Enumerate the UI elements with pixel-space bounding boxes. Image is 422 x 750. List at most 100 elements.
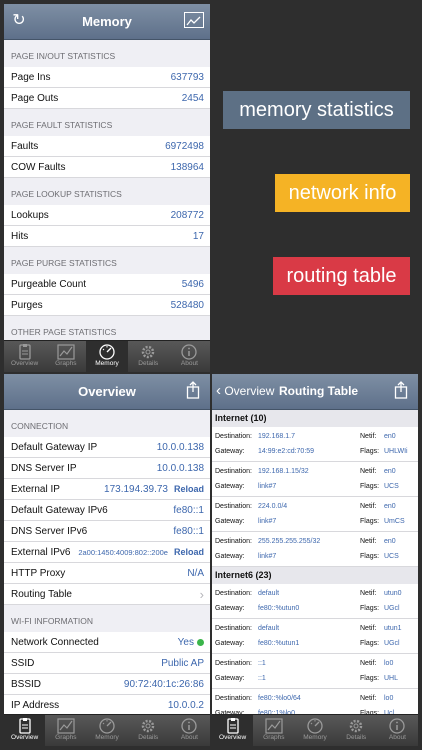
tab-overview[interactable]: Overview — [4, 341, 45, 372]
route-row[interactable]: Destination: 192.168.1.7 Gateway: 14:99:e2:… — [212, 427, 418, 462]
network-info-label: network info — [275, 174, 410, 212]
row-value: fe80::1 — [173, 526, 204, 537]
tab-about[interactable]: About — [169, 341, 210, 372]
clipboard-icon — [212, 718, 253, 734]
flags-value: UCS — [384, 553, 399, 560]
connection-row[interactable]: External IP 173.194.39.73 Reload — [4, 479, 210, 500]
flags-label: Flags: — [360, 483, 380, 490]
tab-memory[interactable]: Memory — [294, 715, 335, 746]
stat-label: Page Ins — [11, 72, 51, 83]
row-value-wrap: 2a00:1450:4009:802::200e Reload — [78, 542, 204, 563]
connection-row[interactable]: External IPv6 2a00:1450:4009:802::200e Rel… — [4, 542, 210, 563]
connection-row: Default Gateway IP 10.0.0.138 — [4, 437, 210, 458]
flags-value: UHL — [384, 675, 399, 682]
tab-overview[interactable]: Overview — [212, 715, 254, 746]
tab-details[interactable]: Details — [128, 341, 169, 372]
tab-memory[interactable]: Memory — [86, 341, 128, 372]
row-label: External IPv6 — [11, 547, 71, 558]
connection-row[interactable]: Routing Table › — [4, 584, 210, 605]
tab-details[interactable]: Details — [336, 715, 377, 746]
overview-list[interactable]: CONNECTION Default Gateway IP 10.0.0.138 DN… — [4, 410, 210, 746]
flags-label: Flags: — [360, 675, 380, 682]
tab-label: Details — [346, 734, 367, 741]
tab-label: About — [388, 734, 406, 741]
tab-label: Memory — [303, 734, 327, 741]
tab-label: Graphs — [263, 734, 285, 741]
dest-label: Destination: — [215, 660, 252, 667]
gateway-label: Gateway: — [215, 553, 245, 560]
tab-memory[interactable]: Memory — [86, 715, 127, 746]
stat-label: Lookups — [11, 210, 49, 221]
reload-button[interactable]: Reload — [174, 484, 204, 494]
connection-row: DNS Server IP 10.0.0.138 — [4, 458, 210, 479]
netif-value: en0 — [384, 503, 396, 510]
stat-value: 138964 — [170, 162, 204, 173]
stat-row: Purgeable Count 5496 — [4, 274, 210, 295]
dest-label: Destination: — [215, 590, 252, 597]
tab-graphs[interactable]: Graphs — [253, 715, 294, 746]
flags-value: UCS — [384, 483, 399, 490]
routing-list[interactable]: Internet (10) Destination: 192.168.1.7 Gate… — [212, 410, 418, 746]
gauge-icon — [86, 344, 127, 360]
route-row[interactable]: Destination: 192.168.1.15/32 Gateway: link#… — [212, 462, 418, 497]
dest-value: 192.168.1.15/32 — [258, 468, 309, 475]
stat-label: Faults — [11, 141, 39, 152]
share-icon[interactable] — [390, 381, 412, 401]
gear-icon — [128, 344, 169, 360]
route-row[interactable]: Destination:::1 Gateway:::1 Netif: lo0 Flags… — [212, 654, 418, 689]
route-row[interactable]: Destination: 255.255.255.255/32 Gateway: li… — [212, 532, 418, 567]
flags-value: UHLWIi — [384, 448, 408, 455]
overview-screen: Overview CONNECTION Default Gateway IP 10.… — [4, 374, 210, 746]
gear-icon — [336, 718, 377, 734]
tab-about[interactable]: About — [169, 715, 210, 746]
tab-about[interactable]: About — [377, 715, 418, 746]
dest-label: Destination: — [215, 625, 252, 632]
gateway-label: Gateway: — [215, 675, 245, 682]
dest-label: Destination: — [215, 433, 252, 440]
dest-label: Destination: — [215, 538, 252, 545]
tab-label: Overview — [11, 734, 39, 741]
row-label: Routing Table — [11, 589, 72, 600]
overview-navbar: Overview — [4, 374, 210, 410]
row-label: DNS Server IPv6 — [11, 526, 88, 537]
tab-graphs[interactable]: Graphs — [45, 715, 86, 746]
gateway-value: fe80::%utun1 — [258, 640, 300, 647]
gateway-value: link#7 — [258, 518, 277, 525]
info-icon — [377, 718, 418, 734]
share-icon[interactable] — [182, 381, 204, 401]
route-row[interactable]: Destination: default Gateway: fe80::%utun0 N… — [212, 584, 418, 619]
tab-label: Details — [138, 360, 159, 367]
netif-label: Netif: — [360, 503, 377, 510]
back-button[interactable]: ‹ Overview — [216, 382, 274, 399]
stat-value: 208772 — [170, 210, 204, 221]
graph-icon[interactable] — [184, 12, 204, 28]
tab-label: Details — [138, 734, 159, 741]
flags-label: Flags: — [360, 605, 380, 612]
chevron-right-icon: › — [199, 587, 204, 602]
row-value: N/A — [187, 568, 204, 579]
info-icon — [169, 718, 210, 734]
route-row[interactable]: Destination: 224.0.0/4 Gateway: link#7 Netif… — [212, 497, 418, 532]
tab-label: Overview — [11, 360, 39, 367]
memory-title: Memory — [82, 14, 132, 29]
dest-label: Destination: — [215, 503, 252, 510]
row-value: Yes — [177, 637, 194, 648]
flags-value: UGcl — [384, 605, 400, 612]
tab-graphs[interactable]: Graphs — [45, 341, 86, 372]
gateway-label: Gateway: — [215, 448, 245, 455]
row-value-wrap: 10.0.0.2 — [168, 695, 204, 716]
stat-row: Lookups 208772 — [4, 205, 210, 226]
route-row[interactable]: Destination: default Gateway: fe80::%utun1 N… — [212, 619, 418, 654]
tab-overview[interactable]: Overview — [4, 715, 46, 746]
reload-button[interactable]: Reload — [174, 547, 204, 557]
tab-details[interactable]: Details — [128, 715, 169, 746]
memory-tabbar: Overview Graphs Memory Details About — [4, 340, 210, 372]
tab-label: About — [180, 360, 198, 367]
row-value-wrap: 173.194.39.73 Reload — [104, 479, 204, 500]
gateway-label: Gateway: — [215, 483, 245, 490]
netif-label: Netif: — [360, 538, 377, 545]
row-label: BSSID — [11, 679, 42, 690]
connection-row: DNS Server IPv6 fe80::1 — [4, 521, 210, 542]
memory-list[interactable]: PAGE IN/OUT STATISTICS Page Ins 637793 Page… — [4, 40, 210, 372]
section-header: CONNECTION — [11, 421, 69, 431]
